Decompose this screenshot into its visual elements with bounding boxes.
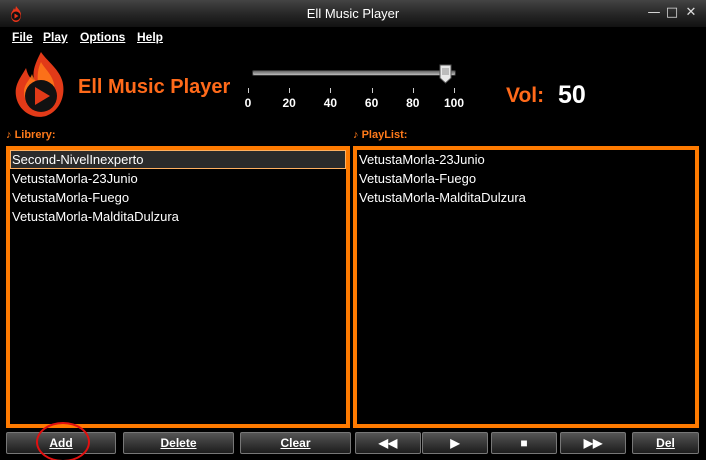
- slider-tick: [412, 88, 414, 93]
- slider-tick: [289, 88, 291, 93]
- annotation-circle: [36, 422, 90, 460]
- music-note-icon: ♪: [353, 129, 359, 141]
- playlist-item[interactable]: VetustaMorla-Fuego: [357, 169, 695, 188]
- library-item[interactable]: VetustaMorla-23Junio: [10, 169, 346, 188]
- stop-icon: ■: [520, 436, 528, 450]
- volume-label: Vol:: [506, 84, 545, 107]
- library-list[interactable]: Second-NivelInexperto VetustaMorla-23Jun…: [6, 146, 350, 428]
- volume-slider-track[interactable]: [252, 70, 456, 76]
- slider-tick: [371, 88, 373, 93]
- app-name-heading: Ell Music Player: [78, 76, 231, 98]
- slider-tick: [454, 88, 455, 93]
- menu-bar: File Play Options Help: [0, 28, 706, 45]
- previous-button[interactable]: ◀◀: [355, 432, 421, 454]
- flame-logo-icon: [15, 52, 64, 117]
- stop-button[interactable]: ■: [491, 432, 557, 454]
- menu-options[interactable]: Options: [80, 30, 125, 44]
- library-label: ♪ Librery:: [6, 129, 56, 141]
- library-item[interactable]: VetustaMorla-Fuego: [10, 188, 346, 207]
- slider-tick-label: 40: [323, 96, 338, 110]
- slider-tick-label: 0: [244, 96, 252, 110]
- slider-tick-label: 80: [406, 96, 420, 110]
- slider-tick-label: 60: [364, 96, 379, 110]
- play-button[interactable]: ▶: [422, 432, 488, 454]
- rewind-icon: ◀◀: [378, 436, 398, 450]
- library-item[interactable]: Second-NivelInexperto: [10, 150, 346, 169]
- volume-slider-thumb[interactable]: [439, 64, 452, 84]
- menu-play[interactable]: Play: [43, 30, 68, 44]
- delete-button[interactable]: Delete: [123, 432, 234, 454]
- slider-tick: [248, 88, 249, 93]
- slider-tick-label: 20: [282, 96, 296, 110]
- title-bar: Ell Music Player — □ ✕: [0, 0, 706, 28]
- library-item[interactable]: VetustaMorla-MalditaDulzura: [10, 207, 346, 226]
- playlist-list[interactable]: VetustaMorla-23Junio VetustaMorla-Fuego …: [353, 146, 699, 428]
- fast-forward-icon: ▶▶: [583, 436, 603, 450]
- del-button[interactable]: Del: [632, 432, 699, 454]
- maximize-button[interactable]: □: [664, 5, 680, 21]
- music-note-icon: ♪: [6, 129, 12, 141]
- close-button[interactable]: ✕: [683, 5, 699, 21]
- play-icon: ▶: [450, 436, 460, 450]
- volume-value: 50: [558, 81, 586, 109]
- minimize-button[interactable]: —: [646, 5, 662, 21]
- playlist-label: ♪ PlayList:: [353, 129, 408, 141]
- playlist-item[interactable]: VetustaMorla-MalditaDulzura: [357, 188, 695, 207]
- slider-tick: [330, 88, 332, 93]
- clear-button[interactable]: Clear: [240, 432, 351, 454]
- menu-file[interactable]: File: [12, 30, 33, 44]
- window-title: Ell Music Player: [306, 6, 400, 21]
- next-button[interactable]: ▶▶: [560, 432, 626, 454]
- slider-tick-label: 100: [443, 96, 465, 110]
- playlist-item[interactable]: VetustaMorla-23Junio: [357, 150, 695, 169]
- menu-help[interactable]: Help: [137, 30, 163, 44]
